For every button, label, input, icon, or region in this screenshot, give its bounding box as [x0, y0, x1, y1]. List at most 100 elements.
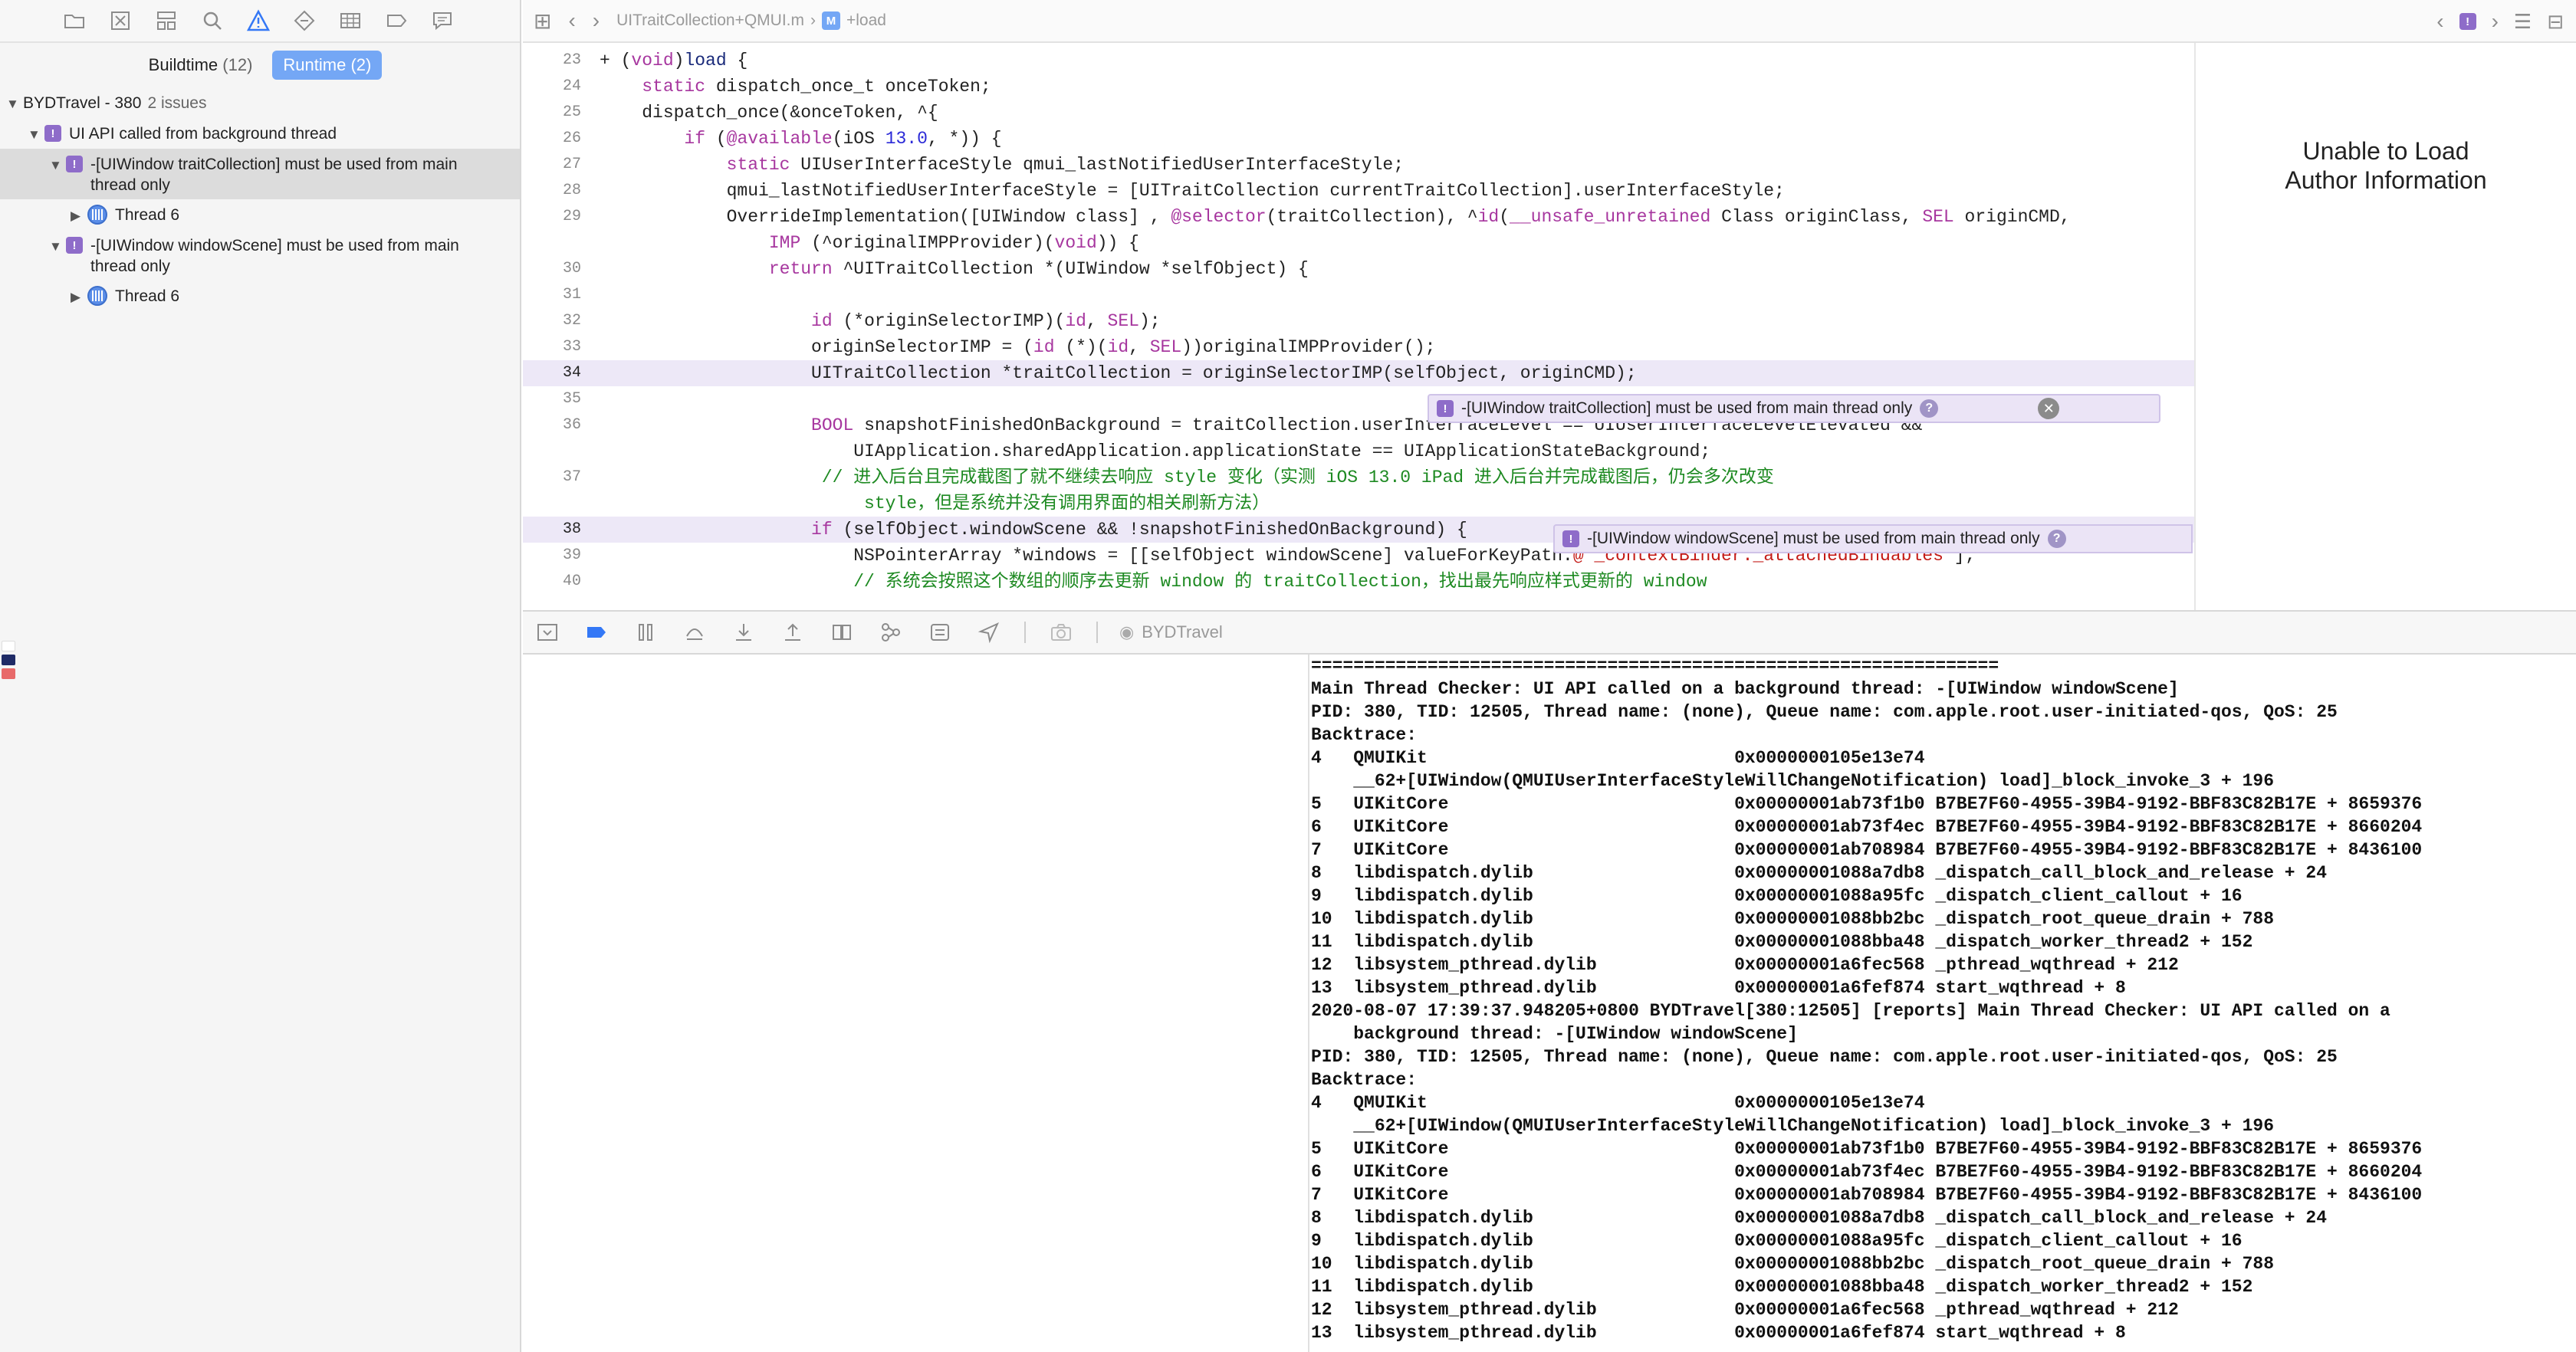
memory-graph-icon[interactable] — [877, 619, 905, 646]
code-line[interactable]: 34 UITraitCollection *traitCollection = … — [523, 360, 2194, 386]
thread-icon — [87, 286, 107, 306]
code-line[interactable]: 33 originSelectorIMP = (id (*)(id, SEL))… — [523, 334, 2194, 360]
code-text: originSelectorIMP = (id (*)(id, SEL))ori… — [600, 337, 1436, 357]
line-number[interactable]: 39 — [523, 543, 581, 569]
camera-icon[interactable] — [1047, 619, 1075, 646]
folder-icon[interactable] — [61, 8, 87, 34]
line-number[interactable]: 26 — [523, 126, 581, 152]
code-line[interactable]: 37 // 进入后台且完成截图了就不继续去响应 style 变化（实测 iOS … — [523, 464, 2194, 517]
debug-target-label[interactable]: BYDTravel — [1142, 622, 1223, 642]
close-icon[interactable]: ✕ — [2038, 398, 2060, 419]
find-icon[interactable] — [199, 8, 225, 34]
line-number[interactable]: 31 — [523, 282, 581, 308]
tree-thread-row[interactable]: ▶ Thread 6 — [0, 281, 520, 311]
method-crumb[interactable]: +load — [846, 11, 886, 30]
code-text: if (@available(iOS 13.0, *)) { — [684, 129, 1002, 149]
inline-issue-banner-scene[interactable]: ! -[UIWindow windowScene] must be used f… — [1553, 524, 2193, 553]
file-crumb[interactable]: UITraitCollection+QMUI.m — [616, 11, 804, 30]
source-control-icon[interactable] — [107, 8, 133, 34]
runtime-tab[interactable]: Runtime (2) — [272, 51, 383, 80]
tree-issue-row[interactable]: ▼ ! -[UIWindow traitCollection] must be … — [0, 149, 520, 199]
code-line[interactable]: 23 + (void)load { — [523, 48, 2194, 74]
related-items-icon[interactable]: ☰ — [2514, 10, 2532, 34]
issue-warning-icon[interactable] — [245, 8, 271, 34]
line-number[interactable]: 33 — [523, 334, 581, 360]
code-line[interactable]: 26 if (@available(iOS 13.0, *)) { — [523, 126, 2194, 152]
code-line[interactable]: 32 id (*originSelectorIMP)(id, SEL); — [523, 308, 2194, 334]
disclosure-down-icon[interactable]: ▼ — [6, 94, 23, 114]
report-icon[interactable] — [429, 8, 455, 34]
grid-icon[interactable]: ⊞ — [534, 8, 551, 34]
console-text: ========================================… — [1311, 656, 2423, 1343]
console-output[interactable]: ========================================… — [1311, 655, 2576, 1352]
code-text: static dispatch_once_t onceToken; — [642, 77, 991, 97]
jump-bar: ⊞ ‹ › UITraitCollection+QMUI.m › M +load… — [523, 0, 2576, 43]
author-line1: Unable to Load — [2302, 137, 2469, 165]
author-line2: Author Information — [2285, 166, 2487, 194]
line-number[interactable]: 28 — [523, 178, 581, 204]
line-number[interactable]: 34 — [523, 360, 581, 386]
code-line[interactable]: 30 return ^UITraitCollection *(UIWindow … — [523, 256, 2194, 282]
issue-badge-icon[interactable]: ! — [2459, 13, 2476, 30]
line-number[interactable]: 36 — [523, 412, 581, 438]
step-out-icon[interactable] — [779, 619, 807, 646]
separator — [1096, 622, 1098, 643]
split-editor-icon[interactable]: ⊟ — [2547, 10, 2564, 34]
breakpoints-toggle-icon[interactable] — [583, 619, 610, 646]
source-editor: ⊞ ‹ › UITraitCollection+QMUI.m › M +load… — [523, 0, 2576, 610]
line-number[interactable]: 40 — [523, 569, 581, 595]
disclosure-right-icon[interactable]: ▶ — [71, 205, 87, 226]
environment-overrides-icon[interactable] — [926, 619, 954, 646]
disclosure-down-icon[interactable]: ▼ — [28, 124, 44, 145]
back-arrow-icon[interactable]: ‹ — [568, 8, 575, 33]
code-line[interactable]: 28 qmui_lastNotifiedUserInterfaceStyle =… — [523, 178, 2194, 204]
code-text: OverrideImplementation([UIWindow class] … — [600, 207, 2071, 253]
variables-view[interactable] — [523, 655, 1309, 1352]
test-icon[interactable] — [291, 8, 317, 34]
hide-debug-area-icon[interactable] — [534, 619, 561, 646]
chevron-left-icon[interactable]: ‹ — [2436, 9, 2443, 34]
issue-label: -[UIWindow windowScene] must be used fro… — [90, 237, 459, 275]
issue-scope-selector: Buildtime (12) Runtime (2) — [0, 43, 520, 87]
disclosure-down-icon[interactable]: ▼ — [49, 236, 66, 257]
step-into-icon[interactable] — [730, 619, 757, 646]
line-number[interactable]: 30 — [523, 256, 581, 282]
code-line[interactable]: 25 dispatch_once(&onceToken, ^{ — [523, 100, 2194, 126]
line-number[interactable]: 25 — [523, 100, 581, 126]
help-icon[interactable]: ? — [1920, 399, 1939, 418]
forward-arrow-icon[interactable]: › — [593, 8, 600, 33]
help-icon[interactable]: ? — [2047, 530, 2066, 548]
line-number[interactable]: 24 — [523, 74, 581, 100]
debug-icon[interactable] — [337, 8, 363, 34]
pause-icon[interactable] — [632, 619, 659, 646]
simulate-location-icon[interactable] — [975, 619, 1003, 646]
line-number[interactable]: 27 — [523, 152, 581, 178]
inline-issue-banner-trait[interactable]: ! -[UIWindow traitCollection] must be us… — [1428, 394, 2160, 423]
code-line[interactable]: 24 static dispatch_once_t onceToken; — [523, 74, 2194, 100]
code-text: dispatch_once(&onceToken, ^{ — [600, 103, 938, 123]
line-number[interactable]: 37 — [523, 464, 581, 491]
project-issue-count: 2 issues — [147, 94, 207, 112]
buildtime-tab[interactable]: Buildtime (12) — [138, 51, 264, 80]
line-number[interactable]: 35 — [523, 386, 581, 412]
code-line[interactable]: 27 static UIUserInterfaceStyle qmui_last… — [523, 152, 2194, 178]
tree-project-row[interactable]: ▼ BYDTravel - 380 2 issues — [0, 87, 520, 118]
tree-group-row[interactable]: ▼ ! UI API called from background thread — [0, 118, 520, 149]
step-over-icon[interactable] — [681, 619, 708, 646]
line-number[interactable]: 29 — [523, 204, 581, 230]
view-hierarchy-icon[interactable] — [828, 619, 856, 646]
code-line[interactable]: 29 OverrideImplementation([UIWindow clas… — [523, 204, 2194, 256]
disclosure-down-icon[interactable]: ▼ — [49, 155, 66, 176]
line-number[interactable]: 38 — [523, 517, 581, 543]
code-line[interactable]: 40 // 系统会按照这个数组的顺序去更新 window 的 traitColl… — [523, 569, 2194, 595]
line-number[interactable]: 23 — [523, 48, 581, 74]
chevron-right-icon: › — [810, 11, 816, 29]
disclosure-right-icon[interactable]: ▶ — [71, 287, 87, 307]
tree-issue-row[interactable]: ▼ ! -[UIWindow windowScene] must be used… — [0, 230, 520, 281]
symbol-icon[interactable] — [153, 8, 179, 34]
code-line[interactable]: 31 — [523, 282, 2194, 308]
line-number[interactable]: 32 — [523, 308, 581, 334]
chevron-right-icon[interactable]: › — [2492, 9, 2499, 34]
tree-thread-row[interactable]: ▶ Thread 6 — [0, 199, 520, 230]
breakpoint-icon[interactable] — [383, 8, 409, 34]
